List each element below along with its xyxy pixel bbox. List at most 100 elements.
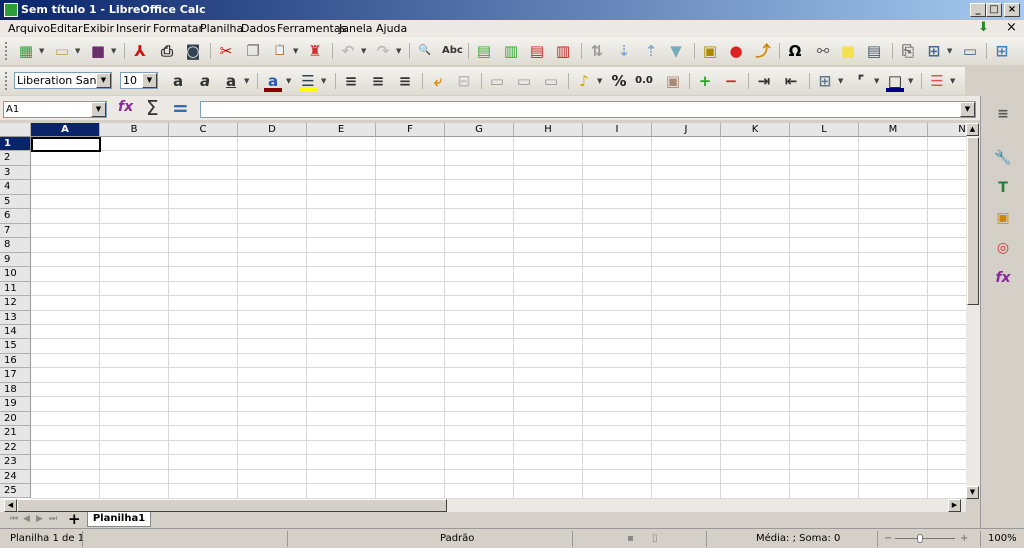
select-all-corner[interactable] [0, 123, 31, 137]
decrease-indent-icon[interactable]: ⇤ [781, 72, 801, 90]
add-sheet-button[interactable]: + [68, 510, 81, 528]
row-header-7[interactable]: 7 [0, 223, 31, 239]
chevron-down-icon[interactable]: ▼ [293, 47, 298, 55]
open-folder-icon[interactable]: ▭ [52, 42, 72, 60]
previous-sheet-button[interactable]: ◀ [23, 514, 30, 524]
scroll-up-button[interactable]: ▲ [966, 123, 979, 136]
zoom-out-button[interactable]: − [884, 533, 892, 544]
bold-icon[interactable]: a [168, 72, 188, 90]
selection-mode-icon[interactable]: ▪ [627, 533, 634, 544]
row-header-16[interactable]: 16 [0, 353, 31, 369]
align-right-icon[interactable]: ≡ [395, 72, 415, 90]
row-header-3[interactable]: 3 [0, 165, 31, 181]
page-style[interactable]: Padrão [440, 533, 474, 544]
toolbar-grip[interactable] [5, 72, 8, 90]
row-header-1[interactable]: 1 [0, 137, 31, 152]
freeze-rows-columns-icon[interactable]: ⊞ [924, 42, 944, 60]
row-header-8[interactable]: 8 [0, 238, 31, 253]
scroll-down-button[interactable]: ▼ [966, 486, 979, 499]
column-header-N[interactable]: N [928, 123, 966, 137]
wrap-text-icon[interactable]: ⤶ [428, 72, 448, 90]
name-box[interactable]: A1 ▼ [3, 101, 107, 118]
expand-formula-icon[interactable]: ▼ [960, 102, 975, 117]
export-pdf-icon[interactable]: ⅄ [130, 42, 150, 60]
align-left-icon[interactable]: ≡ [341, 72, 361, 90]
row-header-9[interactable]: 9 [0, 252, 31, 268]
menu-ajuda[interactable]: Ajuda [376, 22, 407, 35]
insert-image-icon[interactable]: ▣ [700, 42, 720, 60]
row-header-4[interactable]: 4 [0, 180, 31, 195]
menu-inserir[interactable]: Inserir [116, 22, 151, 35]
insert-rows-icon[interactable]: ▤ [474, 42, 494, 60]
sort-descending-icon[interactable]: ⇡ [641, 42, 661, 60]
date-format-icon[interactable]: ▣ [663, 72, 683, 90]
chevron-down-icon[interactable]: ▼ [286, 77, 291, 85]
autofilter-icon[interactable]: ▼ [666, 42, 686, 60]
increase-indent-icon[interactable]: ⇥ [754, 72, 774, 90]
row-header-2[interactable]: 2 [0, 151, 31, 166]
delete-decimal-icon[interactable]: − [721, 72, 741, 90]
add-decimal-icon[interactable]: + [695, 72, 715, 90]
pivot-table-icon[interactable]: ⤴ [753, 42, 773, 60]
split-window-icon[interactable]: ▭ [960, 42, 980, 60]
chevron-down-icon[interactable]: ▼ [111, 47, 116, 55]
column-header-D[interactable]: D [238, 123, 307, 137]
gallery-icon[interactable]: ▣ [993, 208, 1013, 228]
menu-exibir[interactable]: Exibir [83, 22, 114, 35]
comment-icon[interactable]: ■ [838, 42, 858, 60]
column-header-G[interactable]: G [445, 123, 514, 137]
column-header-A[interactable]: A [31, 123, 100, 137]
column-header-I[interactable]: I [583, 123, 652, 137]
copy-icon[interactable]: ❐ [243, 42, 263, 60]
delete-rows-icon[interactable]: ▤ [527, 42, 547, 60]
chevron-down-icon[interactable]: ▼ [838, 77, 843, 85]
styles-icon[interactable]: T [993, 178, 1013, 198]
align-center-vertically-icon[interactable]: ▭ [514, 72, 534, 90]
conditional-formatting-icon[interactable]: ☰ [927, 72, 947, 90]
column-header-B[interactable]: B [100, 123, 169, 137]
menu-formatar[interactable]: Formatar [153, 22, 203, 35]
zoom-level[interactable]: 100% [988, 533, 1017, 544]
clone-formatting-icon[interactable]: ♜ [305, 42, 325, 60]
selection-summary[interactable]: Média: ; Soma: 0 [756, 533, 840, 544]
navigator-icon[interactable]: ◎ [993, 238, 1013, 258]
vertical-scrollbar[interactable]: ▲ ▼ [966, 123, 980, 499]
chevron-down-icon[interactable]: ▼ [321, 77, 326, 85]
row-header-12[interactable]: 12 [0, 296, 31, 311]
functions-icon[interactable]: fx [993, 268, 1013, 288]
redo-icon[interactable]: ↷ [373, 42, 393, 60]
maximize-button[interactable]: □ [986, 3, 1002, 17]
vertical-scroll-thumb[interactable] [967, 137, 979, 305]
column-header-L[interactable]: L [790, 123, 859, 137]
chevron-down-icon[interactable]: ▼ [361, 47, 366, 55]
font-size-select[interactable]: 10 ▼ [120, 72, 158, 89]
column-header-E[interactable]: E [307, 123, 376, 137]
row-header-15[interactable]: 15 [0, 339, 31, 354]
undo-icon[interactable]: ↶ [338, 42, 358, 60]
column-header-C[interactable]: C [169, 123, 238, 137]
row-header-19[interactable]: 19 [0, 397, 31, 412]
number-format-icon[interactable]: 0.0 [634, 72, 654, 90]
sheet-tab-planilha1[interactable]: Planilha1 [87, 512, 151, 527]
print-icon[interactable]: ⎙ [157, 42, 177, 60]
save-icon[interactable]: ■ [88, 42, 108, 60]
font-name-select[interactable]: Liberation Sans ▼ [14, 72, 112, 89]
align-top-icon[interactable]: ▭ [487, 72, 507, 90]
spelling-icon[interactable]: Abc [442, 42, 463, 60]
cut-icon[interactable]: ✂ [216, 42, 236, 60]
column-header-F[interactable]: F [376, 123, 445, 137]
next-sheet-button[interactable]: ▶ [36, 514, 43, 524]
chevron-down-icon[interactable]: ▼ [39, 47, 44, 55]
menu-arquivo[interactable]: Arquivo [8, 22, 50, 35]
column-header-M[interactable]: M [859, 123, 928, 137]
chevron-down-icon[interactable]: ▼ [874, 77, 879, 85]
row-header-20[interactable]: 20 [0, 411, 31, 427]
scroll-right-button[interactable]: ▶ [948, 499, 961, 512]
chevron-down-icon[interactable]: ▼ [597, 77, 602, 85]
row-header-22[interactable]: 22 [0, 440, 31, 456]
chevron-down-icon[interactable]: ▼ [244, 77, 249, 85]
row-header-17[interactable]: 17 [0, 368, 31, 383]
row-header-23[interactable]: 23 [0, 455, 31, 470]
row-header-14[interactable]: 14 [0, 324, 31, 340]
formula-input[interactable]: ▼ [200, 101, 976, 118]
